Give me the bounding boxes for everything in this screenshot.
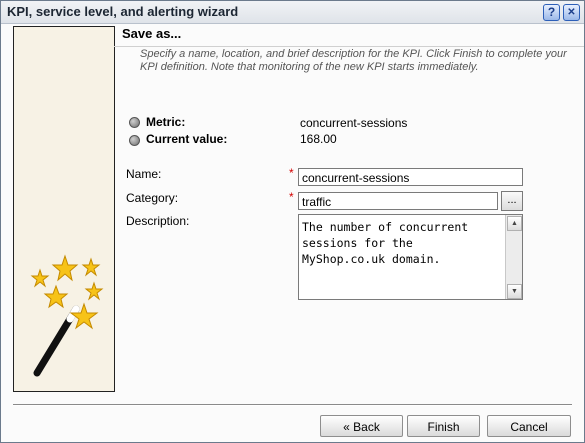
current-value-bullet-icon (129, 135, 140, 146)
description-scrollbar[interactable]: ▲ ▼ (505, 215, 522, 299)
current-value-label: Current value: (146, 132, 228, 146)
description-text: The number of concurrent sessions for th… (302, 220, 469, 266)
current-value: 168.00 (300, 132, 337, 146)
name-input[interactable]: concurrent-sessions (298, 168, 523, 186)
name-required-marker: * (289, 166, 294, 180)
button-divider (13, 404, 572, 406)
category-input[interactable]: traffic (298, 192, 498, 210)
category-label: Category: (126, 191, 179, 205)
scroll-down-icon[interactable]: ▼ (507, 284, 522, 299)
step-instructions: Specify a name, location, and brief desc… (140, 48, 567, 73)
metric-label: Metric: (146, 115, 186, 129)
close-icon[interactable]: ✕ (563, 4, 580, 21)
wizard-window: KPI, service level, and alerting wizard … (0, 0, 585, 443)
metric-value: concurrent-sessions (300, 116, 408, 130)
heading-divider (114, 46, 584, 47)
finish-button[interactable]: Finish (407, 415, 480, 437)
metric-bullet-icon (129, 117, 140, 128)
description-textarea[interactable]: The number of concurrent sessions for th… (298, 214, 523, 300)
magic-wand-icon (30, 254, 104, 377)
step-heading: Save as... (122, 26, 182, 41)
wizard-image-panel (13, 26, 115, 392)
back-button[interactable]: « Back (320, 415, 403, 437)
window-title: KPI, service level, and alerting wizard (7, 4, 239, 19)
help-icon[interactable]: ? (543, 4, 560, 21)
scroll-up-icon[interactable]: ▲ (507, 216, 522, 231)
title-bar: KPI, service level, and alerting wizard … (1, 1, 584, 24)
name-label: Name: (126, 167, 162, 181)
description-label: Description: (126, 214, 190, 228)
category-required-marker: * (289, 190, 294, 204)
cancel-button[interactable]: Cancel (487, 415, 571, 437)
category-browse-button[interactable]: ... (501, 191, 523, 211)
